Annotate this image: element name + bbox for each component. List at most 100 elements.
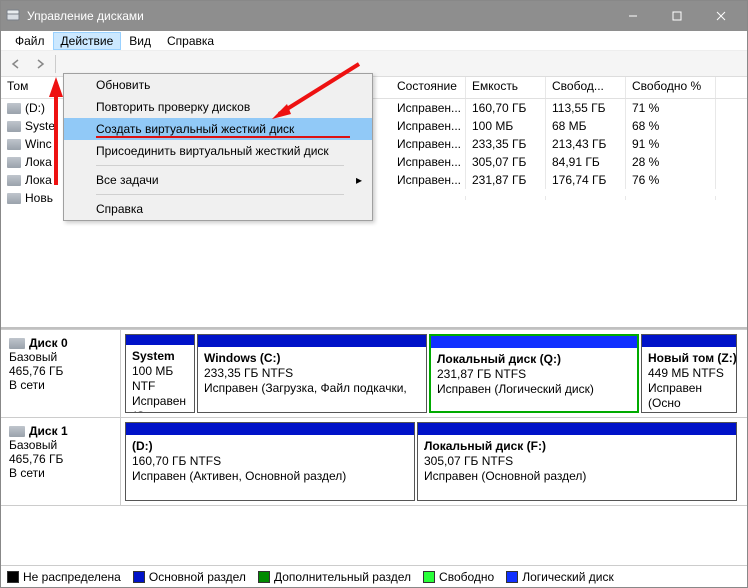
volume-icon — [7, 157, 21, 168]
volume-icon — [7, 139, 21, 150]
partition-size: 233,35 ГБ NTFS — [204, 366, 420, 381]
graphical-view: Диск 0Базовый465,76 ГБВ сетиSystem100 МБ… — [1, 329, 747, 565]
volume-free-pct: 28 % — [626, 153, 716, 171]
volume-capacity: 160,70 ГБ — [466, 99, 546, 117]
menu-action[interactable]: Действие — [53, 32, 122, 50]
disk-name: Диск 1 — [29, 424, 68, 438]
menu-help[interactable]: Справка — [159, 32, 222, 50]
disk-row: Диск 0Базовый465,76 ГБВ сетиSystem100 МБ… — [1, 330, 747, 418]
minimize-button[interactable] — [611, 2, 655, 30]
volume-free: 84,91 ГБ — [546, 153, 626, 171]
maximize-button[interactable] — [655, 2, 699, 30]
partition-status: Исправен (Активен, Основной раздел) — [132, 469, 408, 484]
partition-size: 449 МБ NTFS — [648, 366, 730, 381]
volume-status: Исправен... — [391, 135, 466, 153]
volume-icon — [7, 175, 21, 186]
dropdown-help[interactable]: Справка — [64, 198, 372, 220]
partition[interactable]: Windows (C:)233,35 ГБ NTFSИсправен (Загр… — [197, 334, 427, 413]
volume-name: Лока — [25, 155, 52, 169]
volume-name: Syste — [25, 119, 55, 133]
volume-icon — [7, 103, 21, 114]
volume-free: 113,55 ГБ — [546, 99, 626, 117]
nav-back-button[interactable] — [5, 53, 27, 75]
volume-free-pct: 76 % — [626, 171, 716, 189]
volume-capacity: 100 МБ — [466, 117, 546, 135]
legend-swatch-primary — [133, 571, 145, 583]
partition[interactable]: Локальный диск (Q:)231,87 ГБ NTFSИсправе… — [429, 334, 639, 413]
volume-name: Новь — [25, 191, 53, 205]
action-dropdown: Обновить Повторить проверку дисков Созда… — [63, 73, 373, 221]
disk-size: 465,76 ГБ — [9, 452, 112, 466]
volume-status: Исправен... — [391, 153, 466, 171]
volume-capacity: 305,07 ГБ — [466, 153, 546, 171]
partition-label: Локальный диск (Q:) — [437, 352, 631, 367]
submenu-arrow-icon: ▸ — [356, 173, 362, 187]
nav-forward-button[interactable] — [29, 53, 51, 75]
dropdown-separator — [96, 165, 344, 166]
menubar: Файл Действие Вид Справка — [1, 31, 747, 51]
disk-state: В сети — [9, 378, 112, 392]
partition-label: Локальный диск (F:) — [424, 439, 730, 454]
volume-free-pct: 71 % — [626, 99, 716, 117]
disk-state: В сети — [9, 466, 112, 480]
volume-icon — [7, 121, 21, 132]
partition-label: Windows (C:) — [204, 351, 420, 366]
partition-color-bar — [126, 335, 194, 345]
partition-color-bar — [431, 336, 637, 348]
partition-status: Исправен (Загрузка, Файл подкачки, — [204, 381, 420, 396]
partition-color-bar — [198, 335, 426, 347]
col-free-pct[interactable]: Свободно % — [626, 77, 716, 98]
disk-icon — [9, 338, 25, 349]
dropdown-attach-vhd[interactable]: Присоединить виртуальный жесткий диск — [64, 140, 372, 162]
partition-size: 231,87 ГБ NTFS — [437, 367, 631, 382]
volume-capacity: 233,35 ГБ — [466, 135, 546, 153]
dropdown-create-vhd[interactable]: Создать виртуальный жесткий диск — [64, 118, 372, 140]
disk-info[interactable]: Диск 0Базовый465,76 ГБВ сети — [1, 330, 121, 417]
annotation-underline — [96, 136, 350, 138]
dropdown-refresh[interactable]: Обновить — [64, 74, 372, 96]
volume-name: Лока — [25, 173, 52, 187]
partition-status: Исправен (Осно — [648, 381, 730, 411]
window-title: Управление дисками — [27, 9, 611, 23]
partition-container: System100 МБ NTFИсправен (СWindows (C:)2… — [121, 330, 747, 417]
volume-free — [546, 196, 626, 200]
partition[interactable]: (D:)160,70 ГБ NTFSИсправен (Активен, Осн… — [125, 422, 415, 501]
dropdown-all-tasks[interactable]: Все задачи▸ — [64, 169, 372, 191]
disk-info[interactable]: Диск 1Базовый465,76 ГБВ сети — [1, 418, 121, 505]
disk-row: Диск 1Базовый465,76 ГБВ сети(D:)160,70 Г… — [1, 418, 747, 506]
legend-swatch-free — [423, 571, 435, 583]
col-capacity[interactable]: Емкость — [466, 77, 546, 98]
volume-status — [391, 196, 466, 200]
volume-free: 176,74 ГБ — [546, 171, 626, 189]
disk-size: 465,76 ГБ — [9, 364, 112, 378]
disk-name: Диск 0 — [29, 336, 68, 350]
app-icon — [5, 8, 21, 24]
partition-color-bar — [418, 423, 736, 435]
partition[interactable]: Локальный диск (F:)305,07 ГБ NTFSИсправе… — [417, 422, 737, 501]
volume-name: Winc — [25, 137, 52, 151]
partition[interactable]: Новый том (Z:)449 МБ NTFSИсправен (Осно — [641, 334, 737, 413]
main-area: Том Состояние Емкость Свобод... Свободно… — [1, 77, 747, 587]
disk-type: Базовый — [9, 438, 112, 452]
volume-status: Исправен... — [391, 171, 466, 189]
legend-swatch-extended — [258, 571, 270, 583]
volume-free-pct: 91 % — [626, 135, 716, 153]
partition-size: 160,70 ГБ NTFS — [132, 454, 408, 469]
volume-name: (D:) — [25, 101, 45, 115]
close-button[interactable] — [699, 2, 743, 30]
col-status[interactable]: Состояние — [391, 77, 466, 98]
partition-color-bar — [126, 423, 414, 435]
legend-swatch-unalloc — [7, 571, 19, 583]
menu-file[interactable]: Файл — [7, 32, 53, 50]
volume-capacity: 231,87 ГБ — [466, 171, 546, 189]
partition-label: Новый том (Z:) — [648, 351, 730, 366]
partition-status: Исправен (Основной раздел) — [424, 469, 730, 484]
disk-type: Базовый — [9, 350, 112, 364]
menu-view[interactable]: Вид — [121, 32, 159, 50]
partition[interactable]: System100 МБ NTFИсправен (С — [125, 334, 195, 413]
col-free[interactable]: Свобод... — [546, 77, 626, 98]
titlebar: Управление дисками — [1, 1, 747, 31]
volume-free-pct — [626, 196, 716, 200]
col-name[interactable]: Том — [1, 77, 71, 98]
dropdown-rescan[interactable]: Повторить проверку дисков — [64, 96, 372, 118]
